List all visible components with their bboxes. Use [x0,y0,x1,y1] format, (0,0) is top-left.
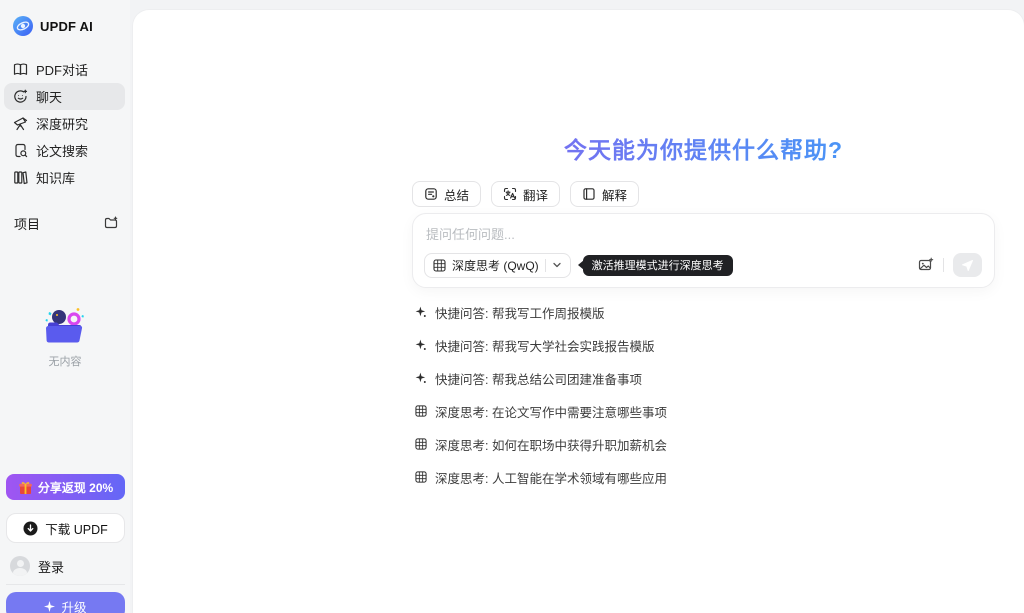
projects-label: 项目 [14,214,40,233]
deep-think-grid-icon [433,259,446,272]
suggestion-label: 深度思考: 如何在职场中获得升职加薪机会 [435,435,667,454]
sidebar-item-knowledge-base[interactable]: 知识库 [4,164,125,191]
sidebar-item-label: PDF对话 [36,60,88,79]
suggestion-list: 快捷问答: 帮我写工作周报模版 快捷问答: 帮我写大学社会实践报告模版 快捷问答… [415,302,667,487]
chat-composer: 深度思考 (QwQ) 激活推理模式进行深度思考 [412,213,995,288]
question-input[interactable] [426,224,976,248]
translate-label: 翻译 [523,185,548,204]
sidebar: UPDF AI PDF对话 聊天 [0,0,130,613]
suggestion-label: 深度思考: 人工智能在学术领域有哪些应用 [435,468,667,487]
chevron-down-icon [552,260,562,270]
send-button[interactable] [953,253,982,277]
share-cashback-label: 分享返现 20% [38,479,113,496]
upgrade-button[interactable]: 升级 [6,592,125,613]
pill-divider [545,259,546,272]
avatar-icon [10,556,30,576]
sidebar-item-label: 知识库 [36,168,75,187]
deep-think-grid-icon [415,471,427,483]
composer-toolbar: 深度思考 (QwQ) 激活推理模式进行深度思考 [424,252,982,278]
deep-think-grid-icon [415,405,427,417]
sidebar-item-paper-search[interactable]: 论文搜索 [4,137,125,164]
suggestion-label: 快捷问答: 帮我写大学社会实践报告模版 [435,336,654,355]
main-content-card: 今天能为你提供什么帮助? 总结 翻译 [133,10,1024,613]
translate-icon [503,187,517,201]
new-project-folder-icon[interactable] [104,216,118,230]
app-logo: UPDF AI [0,0,130,36]
upgrade-label: 升级 [61,597,86,613]
suggestion-quick-answer[interactable]: 快捷问答: 帮我写工作周报模版 [415,302,667,322]
sparkle-icon [415,306,427,318]
sidebar-item-label: 深度研究 [36,114,88,133]
summarize-button[interactable]: 总结 [412,181,481,207]
sidebar-item-label: 聊天 [36,87,62,106]
deep-think-grid-icon [415,438,427,450]
suggestion-deep-think[interactable]: 深度思考: 在论文写作中需要注意哪些事项 [415,401,667,421]
download-updf-button[interactable]: 下载 UPDF [6,513,125,543]
empty-folder-illustration [41,305,89,347]
knowledge-base-icon [13,170,28,185]
suggestion-deep-think[interactable]: 深度思考: 人工智能在学术领域有哪些应用 [415,467,667,487]
sidebar-item-label: 论文搜索 [36,141,88,160]
suggestion-label: 深度思考: 在论文写作中需要注意哪些事项 [435,402,667,421]
sidebar-item-deep-research[interactable]: 深度研究 [4,110,125,137]
add-image-button[interactable] [918,257,934,273]
suggestion-quick-answer[interactable]: 快捷问答: 帮我写大学社会实践报告模版 [415,335,667,355]
footer-divider [6,584,125,585]
sidebar-item-chat[interactable]: 聊天 [4,83,125,110]
summarize-icon [424,187,438,201]
suggestion-quick-answer[interactable]: 快捷问答: 帮我总结公司团建准备事项 [415,368,667,388]
translate-button[interactable]: 翻译 [491,181,560,207]
summarize-label: 总结 [444,185,469,204]
telescope-icon [13,116,28,131]
app-title: UPDF AI [40,19,93,34]
paper-search-icon [13,143,28,158]
sparkle-icon [415,339,427,351]
suggestion-label: 快捷问答: 帮我写工作周报模版 [435,303,604,322]
composer-right-tools [918,253,982,277]
explain-label: 解释 [602,185,627,204]
updf-ai-logo-icon [13,16,33,36]
model-tooltip: 激活推理模式进行深度思考 [583,255,733,276]
login-label: 登录 [38,557,64,576]
suggestion-label: 快捷问答: 帮我总结公司团建准备事项 [435,369,642,388]
sidebar-item-pdf-chat[interactable]: PDF对话 [4,56,125,83]
sidebar-nav: PDF对话 聊天 深度研究 [0,56,130,191]
empty-state-label: 无内容 [49,353,82,369]
projects-empty-state: 无内容 [0,305,130,369]
quick-actions: 总结 翻译 解释 [412,181,639,207]
pdf-chat-icon [13,62,28,77]
chat-smiley-icon [13,89,28,104]
model-tooltip-text: 激活推理模式进行深度思考 [592,257,724,273]
share-cashback-button[interactable]: 分享返现 20% [6,474,125,500]
explain-icon [582,187,596,201]
login-entry[interactable]: 登录 [10,555,64,577]
sparkle-icon [44,601,55,612]
welcome-heading: 今天能为你提供什么帮助? [412,131,995,165]
model-selector[interactable]: 深度思考 (QwQ) [424,253,571,278]
download-icon [23,521,38,536]
model-selector-label: 深度思考 (QwQ) [452,257,539,274]
toolbar-divider [943,258,944,272]
explain-button[interactable]: 解释 [570,181,639,207]
gift-icon [18,480,33,495]
projects-section-header: 项目 [0,213,130,233]
download-updf-label: 下载 UPDF [45,519,108,538]
suggestion-deep-think[interactable]: 深度思考: 如何在职场中获得升职加薪机会 [415,434,667,454]
sparkle-icon [415,372,427,384]
